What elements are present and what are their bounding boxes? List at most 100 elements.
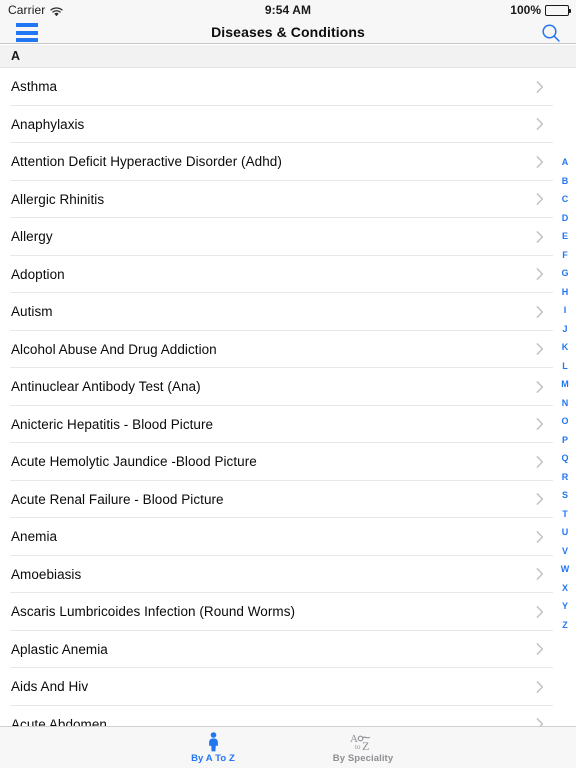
chevron-right-icon <box>536 418 544 431</box>
index-letter-k[interactable]: K <box>554 343 576 352</box>
list-item[interactable]: Antinuclear Antibody Test (Ana) <box>0 368 576 406</box>
list-item[interactable]: Allergic Rhinitis <box>0 180 576 218</box>
chevron-right-icon <box>536 530 544 543</box>
list-item[interactable]: Anemia <box>0 518 576 556</box>
list-item-label: Asthma <box>11 79 58 95</box>
list-item-label: Anemia <box>11 529 58 545</box>
index-letter-g[interactable]: G <box>554 269 576 278</box>
index-letter-s[interactable]: S <box>554 491 576 500</box>
index-letter-c[interactable]: C <box>554 195 576 204</box>
list-item-label: Allergy <box>11 229 53 245</box>
chevron-right-icon <box>536 455 544 468</box>
index-letter-f[interactable]: F <box>554 250 576 260</box>
list-item[interactable]: Aids And Hiv <box>0 668 576 706</box>
list-item[interactable]: Ascaris Lumbricoides Infection (Round Wo… <box>0 593 576 631</box>
index-letter-a[interactable]: A <box>554 158 576 167</box>
list-item[interactable]: Amoebiasis <box>0 555 576 593</box>
chevron-right-icon <box>536 230 544 243</box>
index-letter-y[interactable]: Y <box>554 602 576 611</box>
tab-bar: By A To Z A to Z By Speciality <box>0 726 576 768</box>
app-root: Carrier 9:54 AM 100% Diseases & Conditio… <box>0 0 576 768</box>
list-item-label: Amoebiasis <box>11 566 82 582</box>
index-letter-h[interactable]: H <box>554 287 576 297</box>
index-letter-p[interactable]: P <box>554 435 576 445</box>
list-item[interactable]: Attention Deficit Hyperactive Disorder (… <box>0 143 576 181</box>
index-letter-t[interactable]: T <box>554 509 576 519</box>
index-letter-d[interactable]: D <box>554 213 576 223</box>
chevron-right-icon <box>536 380 544 393</box>
list-item-label: Attention Deficit Hyperactive Disorder (… <box>11 154 282 170</box>
tab-label-by-speciality: By Speciality <box>332 752 394 764</box>
section-header-a: A <box>0 45 576 68</box>
list-item-label: Allergic Rhinitis <box>11 191 105 207</box>
list-item-label: Acute Hemolytic Jaundice -Blood Picture <box>11 454 257 470</box>
list-item-label: Aids And Hiv <box>11 679 89 695</box>
list-item-label: Acute Abdomen <box>11 716 107 726</box>
list-item-label: Aplastic Anemia <box>11 641 108 657</box>
list-item-label: Alcohol Abuse And Drug Addiction <box>11 341 217 357</box>
list-item[interactable]: Adoption <box>0 255 576 293</box>
index-letter-b[interactable]: B <box>554 176 576 186</box>
chevron-right-icon <box>536 643 544 656</box>
list-item-label: Antinuclear Antibody Test (Ana) <box>11 379 201 395</box>
navigation-bar: Diseases & Conditions <box>0 20 576 44</box>
tab-by-speciality[interactable]: A to Z By Speciality <box>308 727 418 768</box>
list-item[interactable]: Acute Abdomen <box>0 705 576 726</box>
index-letter-l[interactable]: L <box>554 361 576 371</box>
list-item[interactable]: Asthma <box>0 68 576 106</box>
list-item[interactable]: Acute Hemolytic Jaundice -Blood Picture <box>0 443 576 481</box>
list-item-label: Adoption <box>11 266 65 282</box>
index-letter-q[interactable]: Q <box>554 454 576 463</box>
page-title: Diseases & Conditions <box>211 24 365 40</box>
index-letter-e[interactable]: E <box>554 232 576 241</box>
person-icon <box>206 731 221 752</box>
index-letter-w[interactable]: W <box>554 565 576 574</box>
list-item[interactable]: Autism <box>0 293 576 331</box>
list-item-label: Ascaris Lumbricoides Infection (Round Wo… <box>11 604 296 620</box>
alphabet-index[interactable]: ABCDEFGHIJKLMNOPQRSTUVWXYZ <box>554 158 576 630</box>
battery-percent-label: 100% <box>510 3 541 17</box>
a-to-z-icon: A to Z <box>349 732 377 752</box>
search-icon[interactable] <box>540 22 562 44</box>
list-item[interactable]: Acute Renal Failure - Blood Picture <box>0 480 576 518</box>
list-item-label: Acute Renal Failure - Blood Picture <box>11 491 224 507</box>
chevron-right-icon <box>536 568 544 581</box>
chevron-right-icon <box>536 193 544 206</box>
chevron-right-icon <box>536 118 544 131</box>
chevron-right-icon <box>536 268 544 281</box>
list-item[interactable]: Aplastic Anemia <box>0 630 576 668</box>
index-letter-v[interactable]: V <box>554 546 576 556</box>
disease-list[interactable]: Asthma Anaphylaxis Attention Deficit Hyper… <box>0 68 576 726</box>
chevron-right-icon <box>536 493 544 506</box>
chevron-right-icon <box>536 80 544 93</box>
index-letter-x[interactable]: X <box>554 583 576 593</box>
index-letter-o[interactable]: O <box>554 417 576 426</box>
list-item[interactable]: Alcohol Abuse And Drug Addiction <box>0 330 576 368</box>
list-item-label: Autism <box>11 304 53 320</box>
section-header-label: A <box>11 49 21 63</box>
status-bar: Carrier 9:54 AM 100% <box>0 0 576 20</box>
chevron-right-icon <box>536 680 544 693</box>
list-item[interactable]: Anicteric Hepatitis - Blood Picture <box>0 405 576 443</box>
svg-text:Z: Z <box>362 739 369 752</box>
index-letter-j[interactable]: J <box>554 324 576 334</box>
battery-icon <box>545 4 571 16</box>
index-letter-m[interactable]: M <box>554 380 576 389</box>
index-letter-n[interactable]: N <box>554 398 576 408</box>
chevron-right-icon <box>536 305 544 318</box>
status-bar-right: 100% <box>510 3 571 17</box>
chevron-right-icon <box>536 155 544 168</box>
tab-label-by-a-to-z: By A To Z <box>191 752 235 764</box>
index-letter-r[interactable]: R <box>554 472 576 482</box>
tab-by-a-to-z[interactable]: By A To Z <box>158 727 268 768</box>
status-bar-clock: 9:54 AM <box>264 3 312 17</box>
list-item-label: Anicteric Hepatitis - Blood Picture <box>11 416 214 432</box>
list-item[interactable]: Anaphylaxis <box>0 105 576 143</box>
list-item-label: Anaphylaxis <box>11 116 85 132</box>
index-letter-i[interactable]: I <box>554 306 576 315</box>
index-letter-u[interactable]: U <box>554 528 576 537</box>
chevron-right-icon <box>536 605 544 618</box>
list-item[interactable]: Allergy <box>0 218 576 256</box>
index-letter-z[interactable]: Z <box>554 620 576 630</box>
chevron-right-icon <box>536 718 544 726</box>
